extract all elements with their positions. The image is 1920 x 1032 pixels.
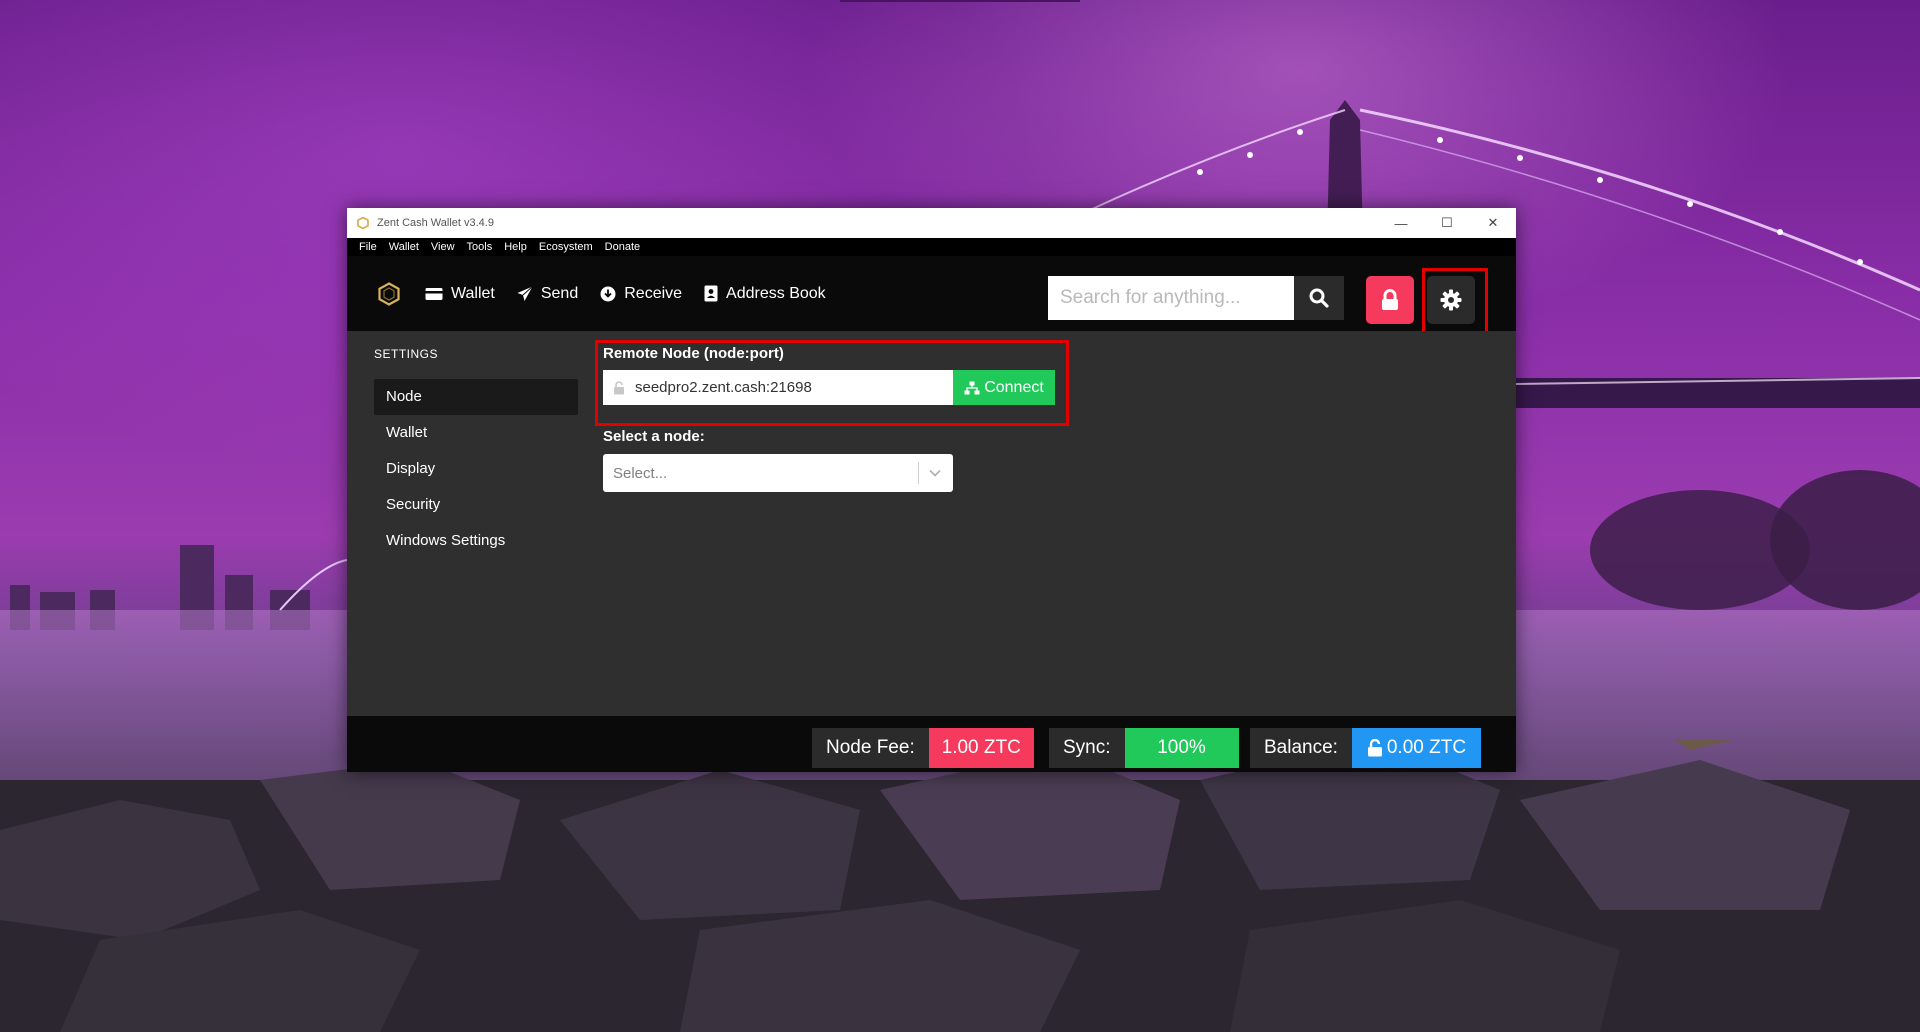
menu-bar: File Wallet View Tools Help Ecosystem Do…: [347, 238, 1516, 256]
select-node-label: Select a node:: [603, 428, 705, 445]
nav-address-book-label: Address Book: [726, 284, 826, 302]
menu-wallet[interactable]: Wallet: [383, 238, 425, 256]
gear-icon: [1440, 289, 1462, 311]
remote-node-label: Remote Node (node:port): [603, 345, 784, 362]
connect-label: Connect: [984, 378, 1044, 396]
sidebar-item-wallet[interactable]: Wallet: [374, 415, 578, 451]
sidebar-item-windows-settings[interactable]: Windows Settings: [374, 523, 578, 559]
menu-file[interactable]: File: [353, 238, 383, 256]
nav-wallet[interactable]: Wallet: [425, 285, 495, 303]
download-circle-icon: [600, 286, 616, 301]
menu-donate[interactable]: Donate: [599, 238, 646, 256]
nav-send[interactable]: Send: [517, 285, 578, 303]
lock-icon: [1382, 289, 1398, 310]
sidebar-item-display[interactable]: Display: [374, 451, 578, 487]
unlock-icon: [1367, 739, 1382, 757]
search-input[interactable]: [1048, 276, 1294, 320]
sidebar-item-security[interactable]: Security: [374, 487, 578, 523]
connect-button[interactable]: Connect: [953, 370, 1055, 405]
nav-receive-label: Receive: [624, 284, 683, 302]
close-button[interactable]: ✕: [1470, 208, 1516, 238]
remote-node-field: [603, 370, 953, 405]
settings-sidebar: Node Wallet Display Security Windows Set…: [374, 379, 578, 559]
select-separator: [918, 462, 919, 484]
settings-button[interactable]: [1427, 276, 1475, 324]
paper-plane-icon: [517, 285, 533, 301]
maximize-button[interactable]: ☐: [1424, 208, 1470, 238]
node-fee-value: 1.00 ZTC: [928, 728, 1034, 768]
remote-node-input[interactable]: [635, 371, 953, 404]
search-button[interactable]: [1294, 276, 1344, 320]
app-logo-icon: [357, 217, 369, 229]
node-select-dropdown[interactable]: Select...: [603, 454, 953, 492]
nav-address-book[interactable]: Address Book: [704, 285, 826, 303]
window-title: Zent Cash Wallet v3.4.9: [377, 217, 494, 229]
search-icon: [1309, 288, 1329, 308]
unlock-icon: [614, 380, 624, 394]
sync-value: 100%: [1124, 728, 1239, 768]
node-select-placeholder: Select...: [613, 464, 668, 482]
nav-receive[interactable]: Receive: [600, 285, 682, 303]
nav-send-label: Send: [540, 284, 579, 302]
menu-view[interactable]: View: [425, 238, 461, 256]
title-bar[interactable]: Zent Cash Wallet v3.4.9 — ☐ ✕: [347, 208, 1516, 238]
chevron-down-icon[interactable]: [929, 469, 941, 477]
balance-status: Balance: 0.00 ZTC: [1250, 728, 1481, 768]
zent-logo-icon[interactable]: [377, 281, 401, 306]
app-window: Zent Cash Wallet v3.4.9 — ☐ ✕ File Walle…: [347, 208, 1516, 772]
sync-label: Sync:: [1049, 728, 1125, 768]
rocks-foreground: [0, 740, 1920, 1032]
node-fee-status: Node Fee: 1.00 ZTC: [812, 728, 1034, 768]
window-controls: — ☐ ✕: [1378, 208, 1516, 238]
minimize-button[interactable]: —: [1378, 208, 1424, 238]
select-indicators: [918, 462, 941, 484]
menu-tools[interactable]: Tools: [461, 238, 499, 256]
status-bar: Node Fee: 1.00 ZTC Sync: 100% Balance: 0…: [347, 716, 1516, 772]
lock-wallet-button[interactable]: [1366, 276, 1414, 324]
wallet-icon: [425, 287, 443, 300]
sidebar-item-node[interactable]: Node: [374, 379, 578, 415]
balance-value: 0.00 ZTC: [1386, 737, 1467, 758]
top-navbar: Wallet Send Receive Address Book: [347, 256, 1516, 342]
balance-value-box: 0.00 ZTC: [1351, 728, 1481, 768]
balance-label: Balance:: [1250, 728, 1352, 768]
address-book-icon: [704, 285, 718, 302]
nav-wallet-label: Wallet: [451, 284, 495, 302]
settings-heading: SETTINGS: [374, 347, 439, 361]
menu-ecosystem[interactable]: Ecosystem: [533, 238, 599, 256]
sync-status: Sync: 100%: [1049, 728, 1239, 768]
node-fee-label: Node Fee:: [812, 728, 929, 768]
settings-content: SETTINGS Node Wallet Display Security Wi…: [347, 331, 1516, 716]
network-icon: [964, 381, 980, 394]
menu-help[interactable]: Help: [498, 238, 533, 256]
